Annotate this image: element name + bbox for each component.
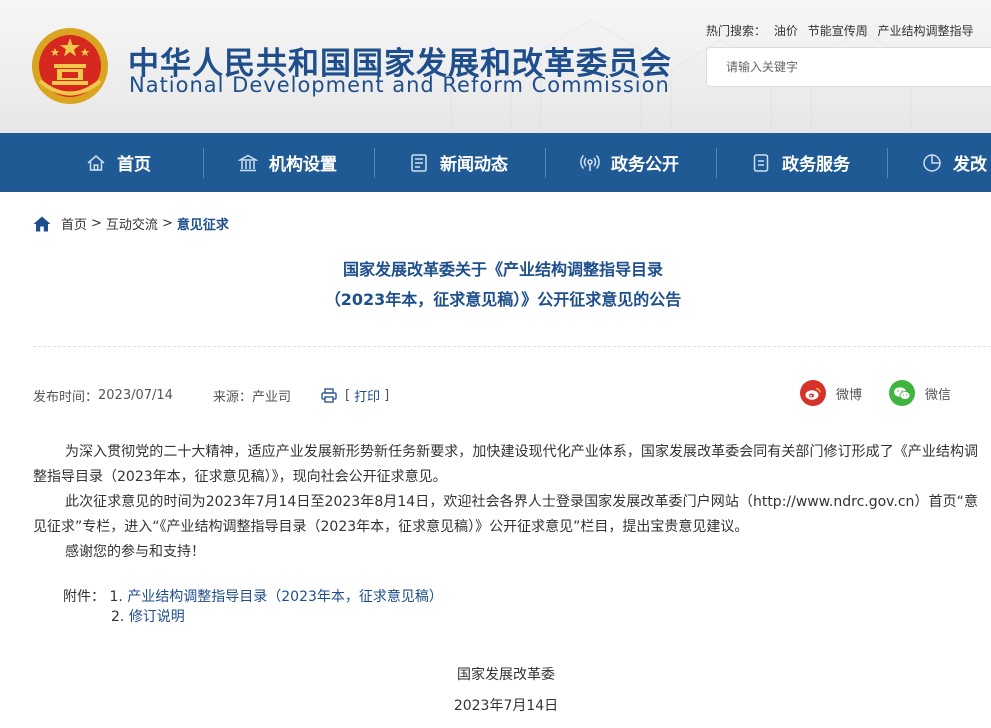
share-weibo-button[interactable]: 微博	[800, 380, 862, 406]
share-wechat-button[interactable]: 微信	[889, 380, 951, 406]
nav-item-label: 政务服务	[782, 155, 850, 175]
share-wechat-label: 微信	[925, 387, 952, 403]
nav-item-label: 机构设置	[269, 155, 337, 175]
print-bracket: ]	[384, 388, 390, 403]
nav-item-label: 政务公开	[611, 155, 679, 175]
home-icon[interactable]	[33, 216, 51, 232]
wechat-icon	[889, 380, 915, 406]
hot-search-term[interactable]: 产业结构调整指导	[878, 24, 974, 38]
paragraph: 此次征求意见的时间为2023年7月14日至2023年8月14日，欢迎社会各界人士…	[33, 494, 978, 535]
main-nav: 首页 机构设置 新闻动态 政务公开 政务服务 发改	[0, 133, 991, 192]
site-title-en[interactable]: National Development and Reform Commissi…	[129, 73, 670, 97]
article-meta: 发布时间： 2023/07/14 来源： 产业司 [ 打印 ]	[33, 386, 389, 405]
nav-item-gov-service[interactable]: 政务服务	[751, 133, 850, 192]
hot-search-label: 热门搜索：	[706, 24, 767, 38]
paragraph: 为深入贯彻党的二十大精神，适应产业发展新形势新任务新要求，加快建设现代化产业体系…	[33, 444, 978, 485]
hot-search-term[interactable]: 节能宣传周	[808, 24, 868, 38]
breadcrumb-current[interactable]: 意见征求	[177, 214, 229, 233]
publish-date: 2023/07/14	[98, 388, 173, 403]
nav-divider	[716, 148, 717, 178]
building-icon	[238, 154, 258, 171]
nav-item-reform[interactable]: 发改	[922, 133, 987, 192]
nav-item-news[interactable]: 新闻动态	[409, 133, 508, 192]
breadcrumb: 首页 > 互动交流 > 意见征求	[33, 214, 229, 233]
nav-item-home[interactable]: 首页	[86, 133, 151, 192]
article-title-line2: （2023年本，征求意见稿）》公开征求意见的公告	[324, 290, 682, 309]
national-emblem-icon[interactable]	[30, 26, 110, 106]
hot-search-term[interactable]: 油价	[774, 24, 798, 38]
nav-divider	[545, 148, 546, 178]
nav-divider	[374, 148, 375, 178]
printer-icon	[321, 388, 337, 403]
source-label: 来源：	[212, 390, 252, 405]
broadcast-icon	[580, 154, 600, 171]
title-divider	[33, 346, 991, 347]
service-icon	[753, 153, 769, 172]
paragraph: 感谢您的参与和支持！	[65, 544, 205, 560]
nav-item-label: 新闻动态	[440, 155, 508, 175]
chart-icon	[923, 153, 941, 172]
attachment-link[interactable]: 修订说明	[129, 609, 185, 625]
attachment-number: 2.	[111, 609, 125, 625]
breadcrumb-interaction[interactable]: 互动交流	[106, 214, 158, 233]
nav-item-label: 首页	[117, 155, 151, 175]
home-icon	[87, 154, 105, 171]
article-body: 为深入贯彻党的二十大精神，适应产业发展新形势新任务新要求，加快建设现代化产业体系…	[33, 440, 978, 565]
nav-item-gov-affairs[interactable]: 政务公开	[580, 133, 679, 192]
nav-divider	[887, 148, 888, 178]
breadcrumb-home[interactable]: 首页	[61, 214, 87, 233]
nav-divider	[203, 148, 204, 178]
nav-item-label: 发改	[953, 155, 987, 175]
attachment-label: 附件：	[63, 589, 105, 605]
print-label: 打印	[354, 390, 381, 405]
signature-date: 2023年7月14日	[453, 698, 559, 714]
signature-org: 国家发展改革委	[457, 667, 555, 683]
publish-label: 发布时间：	[33, 390, 99, 405]
attachment-item: 2. 修订说明	[111, 605, 185, 630]
attachment-link[interactable]: 产业结构调整指导目录（2023年本，征求意见稿）	[127, 589, 443, 605]
news-icon	[411, 153, 427, 172]
article-title-line1: 国家发展改革委关于《产业结构调整指导目录	[342, 260, 663, 279]
print-button[interactable]: [ 打印 ]	[321, 386, 389, 405]
print-bracket: [	[344, 388, 351, 403]
share-weibo-label: 微博	[836, 387, 863, 403]
weibo-icon	[800, 380, 826, 406]
search-input[interactable]	[707, 48, 991, 86]
site-header: 中华人民共和国国家发展和改革委员会 National Development a…	[0, 0, 991, 133]
attachment-number: 1.	[109, 589, 123, 605]
breadcrumb-separator: >	[91, 216, 102, 231]
source-value: 产业司	[251, 390, 291, 405]
search-box	[706, 47, 991, 87]
breadcrumb-separator: >	[161, 216, 173, 231]
nav-item-organization[interactable]: 机构设置	[238, 133, 337, 192]
hot-search: 热门搜索： 油价 节能宣传周 产业结构调整指导	[706, 22, 980, 39]
